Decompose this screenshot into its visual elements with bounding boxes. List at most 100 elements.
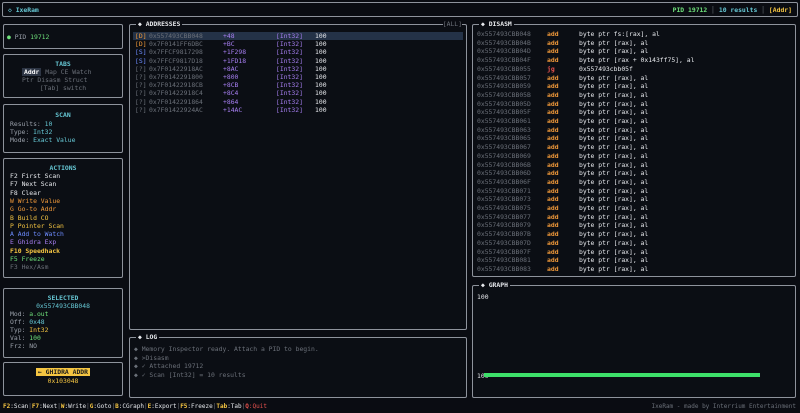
disasm-address[interactable]: 0x557493CBB055 [477,65,531,72]
graph-panel: ◆ GRAPH 100 100 [472,281,796,398]
disasm-address[interactable]: 0x557493CBB081 [477,257,531,264]
selected-panel: SELECTED 0x557493CBB048 Mod: a.out Off: … [3,288,123,358]
ghidra-panel[interactable]: ← GHIDRA ADDR 0x103048 [3,362,123,396]
address-row[interactable]: [?] 0x7F0142291864 +864 [Int32] 100 [133,98,463,106]
disasm-address[interactable]: 0x557493CBB061 [477,118,531,125]
tab-ce[interactable]: CE [61,68,69,76]
action-item[interactable]: B Build CO [10,213,49,222]
disasm-operands: byte ptr [rax], al [579,117,649,125]
disasm-operands: byte ptr fs:[rax], al [579,30,660,38]
disasm-address[interactable]: 0x557493CBB065 [477,135,531,142]
disasm-address[interactable]: 0x557493CBB04D [477,48,531,55]
disasm-address[interactable]: 0x557493CBB05F [477,109,531,116]
address-offset: +14AC [223,105,243,114]
disasm-address[interactable]: 0x557493CBB04B [477,39,531,46]
disasm-operands: byte ptr [rax], al [579,230,649,239]
address-row[interactable]: [D] 0x557493CBB048 +48 [Int32] 100 [133,32,463,40]
action-item[interactable]: P Pointer Scan [10,223,64,229]
disasm-operands: byte ptr [rax], al [579,82,649,91]
disasm-mnemonic: add [547,212,559,221]
tab-watch[interactable]: Watch [72,68,91,76]
action-item[interactable]: E Ghidra Exp [10,239,56,245]
disasm-address[interactable]: 0x557493CBB06B [477,161,531,168]
disasm-operands: byte ptr [rax], al [579,38,649,47]
address-offset: +8CB [223,81,239,90]
disasm-address[interactable]: 0x557493CBB063 [477,126,531,133]
tab-ptr[interactable]: Ptr [22,76,34,84]
status-key-label: :CGraph [118,403,145,410]
disasm-address[interactable]: 0x557493CBB075 [477,205,531,212]
action-item[interactable]: A Add to Watch [10,231,64,237]
action-item[interactable]: F5 Freeze [10,256,45,262]
disasm-operands: byte ptr [rax], al [579,221,649,230]
address-row[interactable]: [S] 0x7FFCF9817D18 +1FD18 [Int32] 100 [133,57,463,65]
disasm-address[interactable]: 0x557493CBB06F [477,178,531,185]
tab-map[interactable]: Map [45,68,57,76]
disasm-mnemonic: jg [547,64,555,73]
disasm-address[interactable]: 0x557493CBB04F [477,57,531,64]
disasm-mnemonic: add [547,195,559,204]
addresses-panel: ◆ ADDRESSES [ALL] [D] 0x557493CBB048 +48 [I… [129,20,467,330]
address-offset: +BC [223,40,235,49]
action-item[interactable]: G Go-to Addr [10,206,56,212]
disasm-address[interactable]: 0x557493CBB048 [477,31,531,38]
tab-disasm[interactable]: Disasm [37,76,60,84]
action-item[interactable]: F10 Speedhack [10,247,60,254]
disasm-address[interactable]: 0x557493CBB079 [477,222,531,229]
disasm-address[interactable]: 0x557493CBB057 [477,74,531,81]
action-item[interactable]: F7 Next Scan [10,181,56,187]
log-panel: ◆ LOG ◆ Memory Inspector ready. Attach a… [129,334,467,398]
address-value: 0x7FFCF9817D18 [149,56,203,65]
disasm-address[interactable]: 0x557493CBB06D [477,170,531,177]
top-status: PID 19712 │ 10 results │ [Addr] [672,6,792,14]
tabs-hint: [Tab] switch [39,84,87,92]
tab-struct[interactable]: Struct [64,76,87,84]
disasm-address[interactable]: 0x557493CBB05D [477,100,531,107]
disasm-operands: byte ptr [rax], al [579,186,649,195]
disasm-address[interactable]: 0x557493CBB069 [477,152,531,159]
action-item[interactable]: F3 Hex/Asm [10,264,49,270]
address-row[interactable]: [D] 0x7F0141FF6DBC +BC [Int32] 100 [133,40,463,48]
pid-panel-value: 19712 [30,33,50,41]
addresses-title: ◆ ADDRESSES [136,20,183,28]
action-item[interactable]: F8 Clear [10,189,41,196]
address-data: 100 [315,40,327,49]
address-row[interactable]: [?] 0x7F01422918AC +8AC [Int32] 100 [133,65,463,73]
address-row[interactable]: [S] 0x7FFCF9817298 +1F298 [Int32] 100 [133,48,463,56]
address-data: 100 [315,64,327,73]
action-label: Build CO [17,213,49,222]
disasm-address[interactable]: 0x557493CBB077 [477,213,531,220]
disasm-mnemonic: add [547,134,559,143]
disasm-operands: byte ptr [rax], al [579,160,649,169]
graph-title: ◆ GRAPH [479,281,510,289]
disasm-address[interactable]: 0x557493CBB05B [477,91,531,98]
disasm-address[interactable]: 0x557493CBB07F [477,248,531,255]
tab-addr[interactable]: Addr [22,68,42,76]
disasm-address[interactable]: 0x557493CBB07D [477,239,531,246]
disasm-address[interactable]: 0x557493CBB067 [477,144,531,151]
address-row[interactable]: [?] 0x7F01422918C4 +8C4 [Int32] 100 [133,89,463,97]
action-item[interactable]: F2 First Scan [10,173,60,179]
address-row[interactable]: [?] 0x7F01422918CB +8CB [Int32] 100 [133,81,463,89]
address-value: 0x7F0141FF6DBC [149,40,203,49]
action-item[interactable]: W Write Value [10,198,60,204]
disasm-address[interactable]: 0x557493CBB083 [477,265,531,272]
disasm-address[interactable]: 0x557493CBB071 [477,187,531,194]
selected-offset: 0x48 [29,318,45,326]
address-row[interactable]: [?] 0x7F01422924AC +14AC [Int32] 100 [133,106,463,114]
action-key: F5 [10,255,18,263]
disasm-address[interactable]: 0x557493CBB07B [477,231,531,238]
disasm-address[interactable]: 0x557493CBB059 [477,83,531,90]
address-row[interactable]: [?] 0x7F0142291800 +800 [Int32] 100 [133,73,463,81]
disasm-address[interactable]: 0x557493CBB073 [477,196,531,203]
address-value: 0x7F0142291800 [149,73,203,81]
address-offset: +48 [223,32,235,40]
address-type: [Int32] [276,81,303,90]
disasm-operands: byte ptr [rax], al [579,99,649,108]
address-value: 0x7FFCF9817298 [149,48,203,57]
address-offset: +800 [223,73,239,81]
status-key-tab[interactable]: Tab [216,403,227,410]
selected-value: 100 [29,334,41,342]
addresses-filter[interactable]: [ALL] [442,21,462,27]
address-offset: +1FD18 [223,56,247,65]
